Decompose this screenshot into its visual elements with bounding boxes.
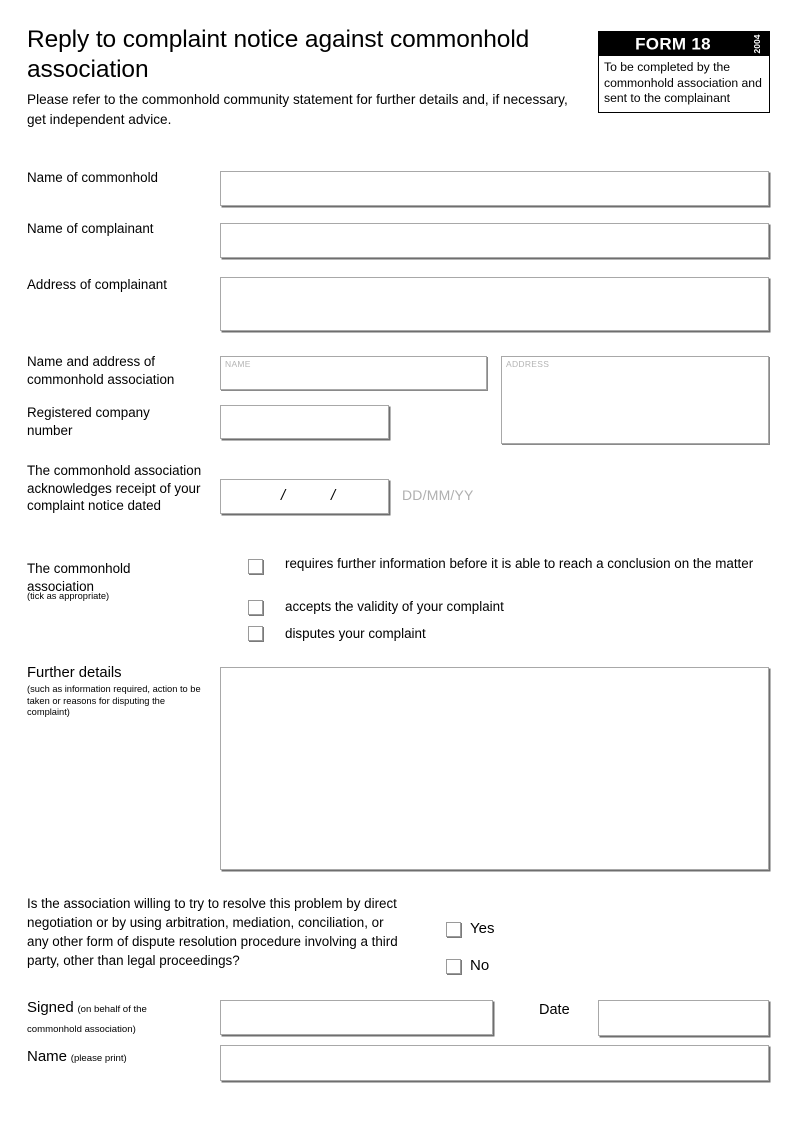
label-registered-line1: Registered company xyxy=(27,405,150,420)
input-name-print[interactable] xyxy=(220,1045,769,1081)
label-requires-further-information: requires further information before it i… xyxy=(285,556,754,571)
label-dispute-resolution-no: No xyxy=(470,957,490,974)
input-address-of-complainant[interactable] xyxy=(220,277,769,331)
input-name-of-complainant[interactable] xyxy=(220,223,769,258)
form-badge: FORM 18 2004 To be completed by the comm… xyxy=(598,31,770,113)
label-dispute-resolution-yes: Yes xyxy=(470,920,495,937)
form-badge-note: To be completed by the commonhold associ… xyxy=(598,56,770,113)
label-response-line1: The commonhold xyxy=(27,561,131,576)
input-further-details[interactable] xyxy=(220,667,769,870)
label-name-of-commonhold: Name of commonhold xyxy=(27,170,158,185)
label-address-of-complainant: Address of complainant xyxy=(27,277,167,292)
date-separator-1: / xyxy=(281,487,286,504)
page-subtitle: Please refer to the commonhold community… xyxy=(27,92,568,127)
input-date[interactable] xyxy=(598,1000,769,1036)
input-name-of-commonhold[interactable] xyxy=(220,171,769,206)
label-further-details-hint: (such as information required, action to… xyxy=(27,684,201,718)
label-signed-sub-line2: commonhold association) xyxy=(27,1024,136,1035)
label-further-details: Further details xyxy=(27,665,122,681)
checkbox-accepts-validity[interactable] xyxy=(248,600,263,615)
date-separator-2: / xyxy=(331,487,336,504)
page-title: Reply to complaint notice against common… xyxy=(27,26,530,83)
form-number-banner: FORM 18 2004 xyxy=(598,31,770,56)
label-name-main: Name xyxy=(27,1048,68,1065)
input-association-name[interactable]: NAME xyxy=(220,356,487,390)
checkbox-dispute-resolution-no[interactable] xyxy=(446,959,461,974)
label-name-print: Name (please print) xyxy=(27,1048,217,1068)
form-year-label: 2004 xyxy=(752,34,763,53)
label-signed: Signed (on behalf of the commonhold asso… xyxy=(27,999,217,1039)
placeholder-association-address: ADDRESS xyxy=(506,359,550,369)
form-page: Reply to complaint notice against common… xyxy=(0,0,800,1133)
input-association-address[interactable]: ADDRESS xyxy=(501,356,769,444)
input-registered-company-number[interactable] xyxy=(220,405,389,439)
checkbox-disputes-complaint[interactable] xyxy=(248,626,263,641)
label-registered-company-number: Registered company number xyxy=(27,404,217,440)
label-disputes-complaint: disputes your complaint xyxy=(285,626,426,641)
label-tick-as-appropriate: (tick as appropriate) xyxy=(27,591,110,601)
label-registered-line2: number xyxy=(27,423,73,438)
label-accepts-validity: accepts the validity of your complaint xyxy=(285,599,504,614)
label-association-line2: commonhold association xyxy=(27,372,175,387)
checkbox-requires-further-information[interactable] xyxy=(248,559,263,574)
label-receipt-date: The commonhold association acknowledges … xyxy=(27,463,202,513)
label-association-line1: Name and address of xyxy=(27,354,156,369)
label-date: Date xyxy=(539,1002,570,1018)
label-signed-sub-line1: (on behalf of the xyxy=(77,1004,147,1015)
label-dispute-resolution-question: Is the association willing to try to res… xyxy=(27,896,398,968)
placeholder-association-name: NAME xyxy=(225,359,251,369)
date-format-hint: DD/MM/YY xyxy=(402,487,474,503)
label-name-sub: (please print) xyxy=(70,1053,127,1064)
input-receipt-date[interactable]: / / xyxy=(220,479,389,514)
form-number-label: FORM 18 xyxy=(635,34,711,53)
checkbox-dispute-resolution-yes[interactable] xyxy=(446,922,461,937)
label-association-name-address: Name and address of commonhold associati… xyxy=(27,353,217,389)
input-signature[interactable] xyxy=(220,1000,493,1035)
label-name-of-complainant: Name of complainant xyxy=(27,221,154,236)
label-signed-main: Signed xyxy=(27,999,74,1016)
